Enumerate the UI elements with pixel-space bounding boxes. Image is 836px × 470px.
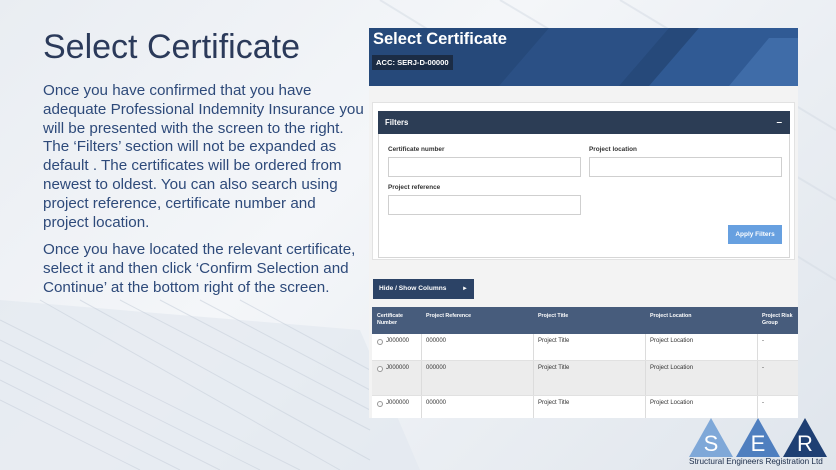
certificates-table: Certificate Number Project Reference Pro… [372, 307, 798, 418]
page-header: Select Certificate ACC: SERJ-D-00000 [369, 28, 798, 86]
account-badge: ACC: SERJ-D-00000 [372, 55, 453, 70]
cell-certificate-number: J000000 [386, 400, 410, 406]
cell-project-location: Project Location [650, 365, 694, 371]
collapse-icon[interactable]: – [776, 111, 782, 134]
project-location-label: Project location [589, 146, 637, 153]
cell-project-risk-group: - [762, 365, 764, 371]
cell-project-risk-group: - [762, 338, 764, 344]
filters-title: Filters [385, 118, 409, 127]
cell-project-reference: 000000 [426, 365, 447, 371]
certificate-number-input[interactable] [388, 157, 581, 177]
filters-toggle-bar[interactable]: Filters – [378, 111, 790, 134]
project-location-input[interactable] [589, 157, 782, 177]
logo-letter-r: R [797, 431, 813, 456]
project-reference-input[interactable] [388, 195, 581, 215]
table-row[interactable]: J000000 000000 Project Title Project Loc… [372, 334, 798, 361]
cell-project-title: Project Title [538, 365, 570, 371]
certificate-number-label: Certificate number [388, 146, 445, 153]
apply-filters-button[interactable]: Apply Filters [728, 225, 782, 244]
cell-certificate-number: J000000 [386, 338, 410, 344]
column-header-project-title[interactable]: Project Title [538, 313, 638, 320]
cell-project-reference: 000000 [426, 338, 447, 344]
cell-certificate-number: J000000 [386, 365, 410, 371]
row-select-radio[interactable] [377, 366, 383, 372]
logo-letter-e: E [751, 431, 766, 456]
slide-title: Select Certificate [43, 28, 300, 66]
column-header-project-reference[interactable]: Project Reference [426, 313, 526, 320]
cell-project-reference: 000000 [426, 400, 447, 406]
cell-project-location: Project Location [650, 400, 694, 406]
filters-section: Filters – Certificate number Project loc… [372, 102, 795, 260]
column-header-certificate-number[interactable]: Certificate Number [377, 313, 421, 327]
table-row[interactable]: J000000 000000 Project Title Project Loc… [372, 361, 798, 396]
instructions-paragraph-1: Once you have confirmed that you have ad… [43, 82, 364, 231]
instructions-paragraph-2: Once you have located the relevant certi… [43, 241, 356, 296]
screenshot-panel: Select Certificate ACC: SERJ-D-00000 Fil… [369, 28, 798, 418]
cell-project-location: Project Location [650, 338, 694, 344]
hide-show-columns-label: Hide / Show Columns [379, 285, 447, 292]
logo-letter-s: S [704, 431, 719, 456]
cell-project-title: Project Title [538, 338, 570, 344]
column-header-project-risk-group[interactable]: Project Risk Group [762, 313, 798, 327]
filters-body: Certificate number Project location Proj… [378, 134, 790, 258]
table-header: Certificate Number Project Reference Pro… [372, 307, 798, 334]
cell-project-title: Project Title [538, 400, 570, 406]
caret-right-icon: ► [462, 286, 468, 292]
column-header-project-location[interactable]: Project Location [650, 313, 750, 320]
page-title: Select Certificate [373, 30, 507, 48]
table-row[interactable]: J000000 000000 Project Title Project Loc… [372, 396, 798, 418]
logo-caption: Structural Engineers Registration Ltd [689, 457, 823, 466]
project-reference-label: Project reference [388, 184, 441, 191]
hide-show-columns-button[interactable]: Hide / Show Columns ► [373, 279, 474, 299]
row-select-radio[interactable] [377, 401, 383, 407]
row-select-radio[interactable] [377, 339, 383, 345]
cell-project-risk-group: - [762, 400, 764, 406]
